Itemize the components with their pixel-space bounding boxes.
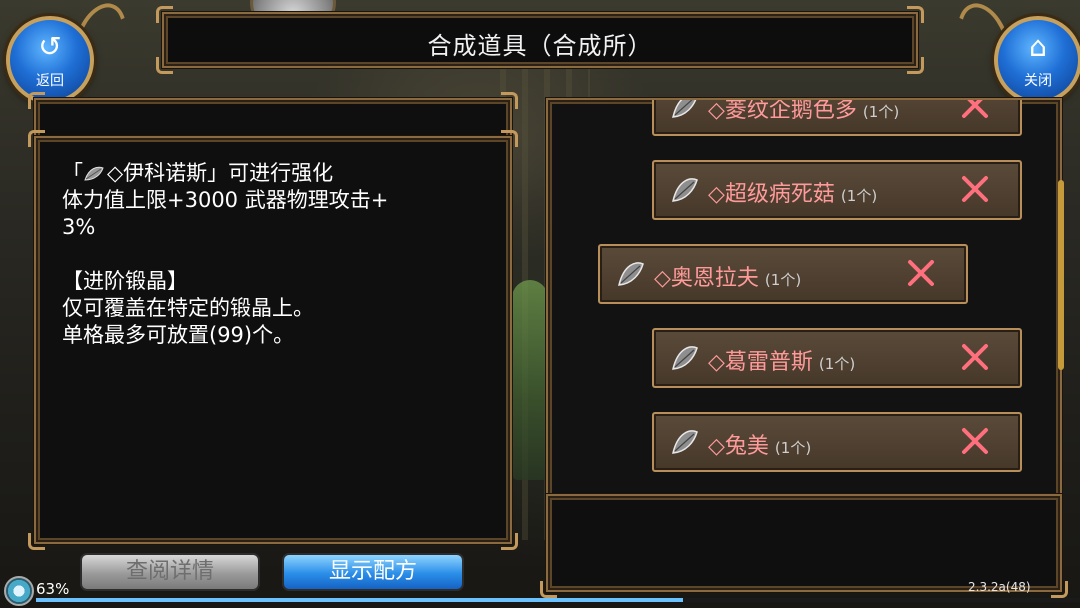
material-name: ◇葛雷普斯 (1个) [708, 350, 856, 375]
close-button-label: 关闭 [1024, 73, 1052, 89]
item-name: ◇伊科诺斯」可进行强化 [107, 161, 334, 185]
list-scrollbar[interactable] [1058, 180, 1064, 370]
crystal-leaf-icon [672, 346, 698, 370]
description-text: 「 ◇伊科诺斯」可进行强化 体力值上限+3000 武器物理攻击+ 3% 【进阶锻晶… [62, 160, 482, 349]
page-title: 合成道具（合成所） [427, 32, 653, 60]
material-item[interactable]: ◇兔美 (1个) [652, 412, 1022, 472]
list-footer-frame [540, 494, 1068, 598]
material-item-selected[interactable]: ◇奥恩拉夫 (1个) [598, 244, 968, 304]
remove-x-icon[interactable] [958, 98, 992, 122]
quote-open: 「 [62, 161, 83, 185]
crystal-leaf-icon [672, 430, 698, 454]
material-list[interactable]: ◇菱纹企鹅色多 (1个) ◇超级病死菇 (1个) ◇奥恩拉夫 (1个) ◇葛雷普斯 (1… [546, 98, 1062, 500]
crystal-leaf-icon [618, 262, 644, 286]
description-panel: 「 ◇伊科诺斯」可进行强化 体力值上限+3000 武器物理攻击+ 3% 【进阶锻晶… [28, 130, 518, 550]
return-icon: ↺ [38, 30, 62, 63]
background-character [512, 280, 548, 480]
loading-progress-bar [36, 598, 1080, 602]
home-icon: ⌂ [1029, 30, 1047, 63]
material-name: ◇菱纹企鹅色多 (1个) [708, 98, 900, 123]
material-name: ◇兔美 (1个) [708, 434, 812, 459]
crystal-leaf-icon [672, 100, 697, 118]
crystal-leaf-icon [84, 166, 104, 181]
back-button-label: 返回 [36, 73, 64, 89]
battery-percent: 63% [36, 580, 70, 598]
close-button[interactable]: ⌂ 关闭 [994, 16, 1080, 104]
show-recipe-button[interactable]: 显示配方 [282, 553, 464, 591]
title-bar: 合成道具（合成所） [156, 6, 924, 74]
back-button[interactable]: ↺ 返回 [6, 16, 94, 104]
remove-x-icon[interactable] [958, 172, 992, 206]
view-details-button[interactable]: 查阅详情 [80, 553, 260, 591]
material-item[interactable]: ◇菱纹企鹅色多 (1个) [652, 98, 1022, 136]
description-body: 体力值上限+3000 武器物理攻击+ 3% 【进阶锻晶】 仅可覆盖在特定的锻晶上… [62, 188, 389, 347]
remove-x-icon[interactable] [958, 424, 992, 458]
remove-x-icon[interactable] [958, 340, 992, 374]
remove-x-icon[interactable] [904, 256, 938, 290]
app-status-icon [4, 576, 34, 606]
version-label: 2.3.2a(48) [968, 580, 1031, 594]
material-name: ◇超级病死菇 (1个) [708, 182, 878, 207]
crystal-leaf-icon [672, 178, 698, 202]
material-name: ◇奥恩拉夫 (1个) [654, 266, 802, 291]
material-item[interactable]: ◇超级病死菇 (1个) [652, 160, 1022, 220]
material-item[interactable]: ◇葛雷普斯 (1个) [652, 328, 1022, 388]
